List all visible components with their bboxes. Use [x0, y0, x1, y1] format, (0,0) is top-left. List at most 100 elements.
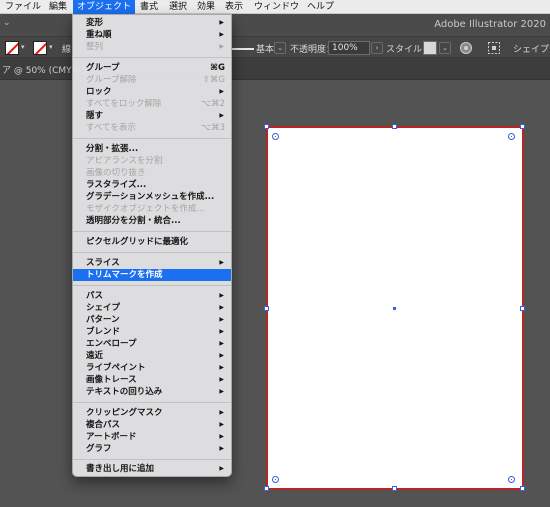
- submenu-arrow-icon: ▶: [219, 352, 224, 359]
- menu-item-blend[interactable]: ブレンド ▶: [73, 326, 231, 338]
- graphic-style-dropdown-icon[interactable]: ⌄: [439, 42, 451, 54]
- selection-handle[interactable]: [264, 124, 269, 129]
- align-grid-icon[interactable]: [487, 41, 501, 55]
- menu-window[interactable]: ウィンドウ: [250, 0, 303, 14]
- submenu-arrow-icon: ▶: [219, 388, 224, 395]
- fill-dropdown-icon[interactable]: ▾: [21, 43, 25, 51]
- menu-item-add-to-export[interactable]: 書き出し用に追加 ▶: [73, 463, 231, 475]
- menu-item-live-paint[interactable]: ライブペイント ▶: [73, 362, 231, 374]
- selection-handle[interactable]: [392, 486, 397, 491]
- menu-item-label: 整列: [86, 42, 104, 52]
- corner-widget-icon[interactable]: [272, 476, 279, 483]
- corner-widget-icon[interactable]: [508, 133, 515, 140]
- menu-item-shortcut: ⌥⌘2: [201, 99, 225, 109]
- menu-item-group[interactable]: グループ ⌘G: [73, 62, 231, 74]
- menu-item-text-wrap[interactable]: テキストの回り込み ▶: [73, 386, 231, 398]
- menu-view[interactable]: 表示: [221, 0, 247, 14]
- menu-item-artboards[interactable]: アートボード ▶: [73, 431, 231, 443]
- menu-separator: [73, 459, 231, 460]
- selection-handle[interactable]: [264, 486, 269, 491]
- menu-item-shortcut: ⇧⌘G: [202, 75, 225, 85]
- submenu-arrow-icon: ▶: [219, 465, 224, 472]
- menu-file[interactable]: ファイル: [1, 0, 45, 14]
- menu-item-clipping-mask[interactable]: クリッピングマスク ▶: [73, 407, 231, 419]
- selection-handle[interactable]: [520, 486, 525, 491]
- menu-item-label: クリッピングマスク: [86, 408, 163, 418]
- menu-item-pattern[interactable]: パターン ▶: [73, 314, 231, 326]
- menu-item-image-trace[interactable]: 画像トレース ▶: [73, 374, 231, 386]
- menu-item-create-gradient-mesh[interactable]: グラデーションメッシュを作成...: [73, 191, 231, 203]
- menu-object[interactable]: オブジェクト: [73, 0, 136, 14]
- recolor-artwork-icon[interactable]: [459, 41, 473, 55]
- menu-select[interactable]: 選択: [165, 0, 191, 14]
- menu-separator: [73, 138, 231, 139]
- menu-item-expand-appearance: アピアランスを分割: [73, 155, 231, 167]
- menu-item-lock[interactable]: ロック ▶: [73, 86, 231, 98]
- selection-handle[interactable]: [264, 306, 269, 311]
- menu-item-shape[interactable]: シェイプ ▶: [73, 302, 231, 314]
- stroke-style-dropdown-icon[interactable]: ⌄: [274, 42, 286, 54]
- submenu-arrow-icon: ▶: [219, 43, 224, 50]
- menu-item-envelope-distort[interactable]: エンベロープ ▶: [73, 338, 231, 350]
- menu-item-unlock-all: すべてをロック解除 ⌥⌘2: [73, 98, 231, 110]
- stroke-swatch[interactable]: [33, 41, 47, 55]
- opacity-input[interactable]: 100%: [328, 41, 370, 55]
- menu-separator: [73, 285, 231, 286]
- submenu-arrow-icon: ▶: [219, 304, 224, 311]
- fill-swatch[interactable]: [5, 41, 19, 55]
- menu-item-pixel-perfect[interactable]: ピクセルグリッドに最適化: [73, 236, 231, 248]
- selection-handle[interactable]: [392, 124, 397, 129]
- menu-item-label: ライブペイント: [86, 363, 146, 373]
- stroke-profile-preview[interactable]: [232, 48, 254, 50]
- opacity-arrow-icon[interactable]: ›: [371, 42, 383, 54]
- menu-edit[interactable]: 編集: [45, 0, 71, 14]
- center-point: [393, 307, 396, 310]
- menu-item-label: ロック: [86, 87, 112, 97]
- menu-item-transform[interactable]: 変形 ▶: [73, 17, 231, 29]
- stroke-style-label[interactable]: 基本: [256, 42, 274, 55]
- submenu-arrow-icon: ▶: [219, 433, 224, 440]
- stroke-dropdown-icon[interactable]: ▾: [49, 43, 53, 51]
- menu-item-label: トリムマークを作成: [86, 270, 163, 280]
- menu-item-arrange[interactable]: 重ね順 ▶: [73, 29, 231, 41]
- corner-widget-icon[interactable]: [272, 133, 279, 140]
- menu-item-label: テキストの回り込み: [86, 387, 163, 397]
- menu-separator: [73, 231, 231, 232]
- submenu-arrow-icon: ▶: [219, 31, 224, 38]
- menu-item-label: ラスタライズ...: [86, 180, 147, 190]
- menu-item-perspective[interactable]: 遠近 ▶: [73, 350, 231, 362]
- menu-item-hide[interactable]: 隠す ▶: [73, 110, 231, 122]
- menu-item-expand[interactable]: 分割・拡張...: [73, 143, 231, 155]
- menu-item-slice[interactable]: スライス ▶: [73, 257, 231, 269]
- menu-type[interactable]: 書式: [136, 0, 162, 14]
- menu-effect[interactable]: 効果: [193, 0, 219, 14]
- submenu-arrow-icon: ▶: [219, 364, 224, 371]
- menu-item-flatten-transparency[interactable]: 透明部分を分割・統合...: [73, 215, 231, 227]
- menu-item-label: 重ね順: [86, 30, 112, 40]
- shape-label: シェイプ：: [513, 45, 550, 55]
- menu-item-label: グラフ: [86, 444, 112, 454]
- submenu-arrow-icon: ▶: [219, 259, 224, 266]
- menu-item-graph[interactable]: グラフ ▶: [73, 443, 231, 455]
- submenu-arrow-icon: ▶: [219, 421, 224, 428]
- menu-item-shortcut: ⌥⌘3: [201, 123, 225, 133]
- menu-separator: [73, 252, 231, 253]
- menu-help[interactable]: ヘルプ: [303, 0, 338, 14]
- menu-item-path[interactable]: パス ▶: [73, 290, 231, 302]
- menu-item-label: 隠す: [86, 111, 104, 121]
- submenu-arrow-icon: ▶: [219, 292, 224, 299]
- menu-item-label: 変形: [86, 18, 104, 28]
- menu-item-create-trim-marks[interactable]: トリムマークを作成: [73, 269, 231, 281]
- menu-item-label: 複合パス: [86, 420, 121, 430]
- stroke-weight-label: 線: [62, 45, 72, 55]
- workspace-chevron-icon[interactable]: ⌄: [3, 18, 11, 28]
- selection-handle[interactable]: [520, 306, 525, 311]
- corner-widget-icon[interactable]: [508, 476, 515, 483]
- selection-handle[interactable]: [520, 124, 525, 129]
- menu-item-label: 透明部分を分割・統合...: [86, 216, 181, 226]
- menu-item-compound-path[interactable]: 複合パス ▶: [73, 419, 231, 431]
- graphic-style-swatch[interactable]: [423, 41, 437, 55]
- menu-item-label: パターン: [86, 315, 120, 325]
- menu-item-rasterize[interactable]: ラスタライズ...: [73, 179, 231, 191]
- submenu-arrow-icon: ▶: [219, 328, 224, 335]
